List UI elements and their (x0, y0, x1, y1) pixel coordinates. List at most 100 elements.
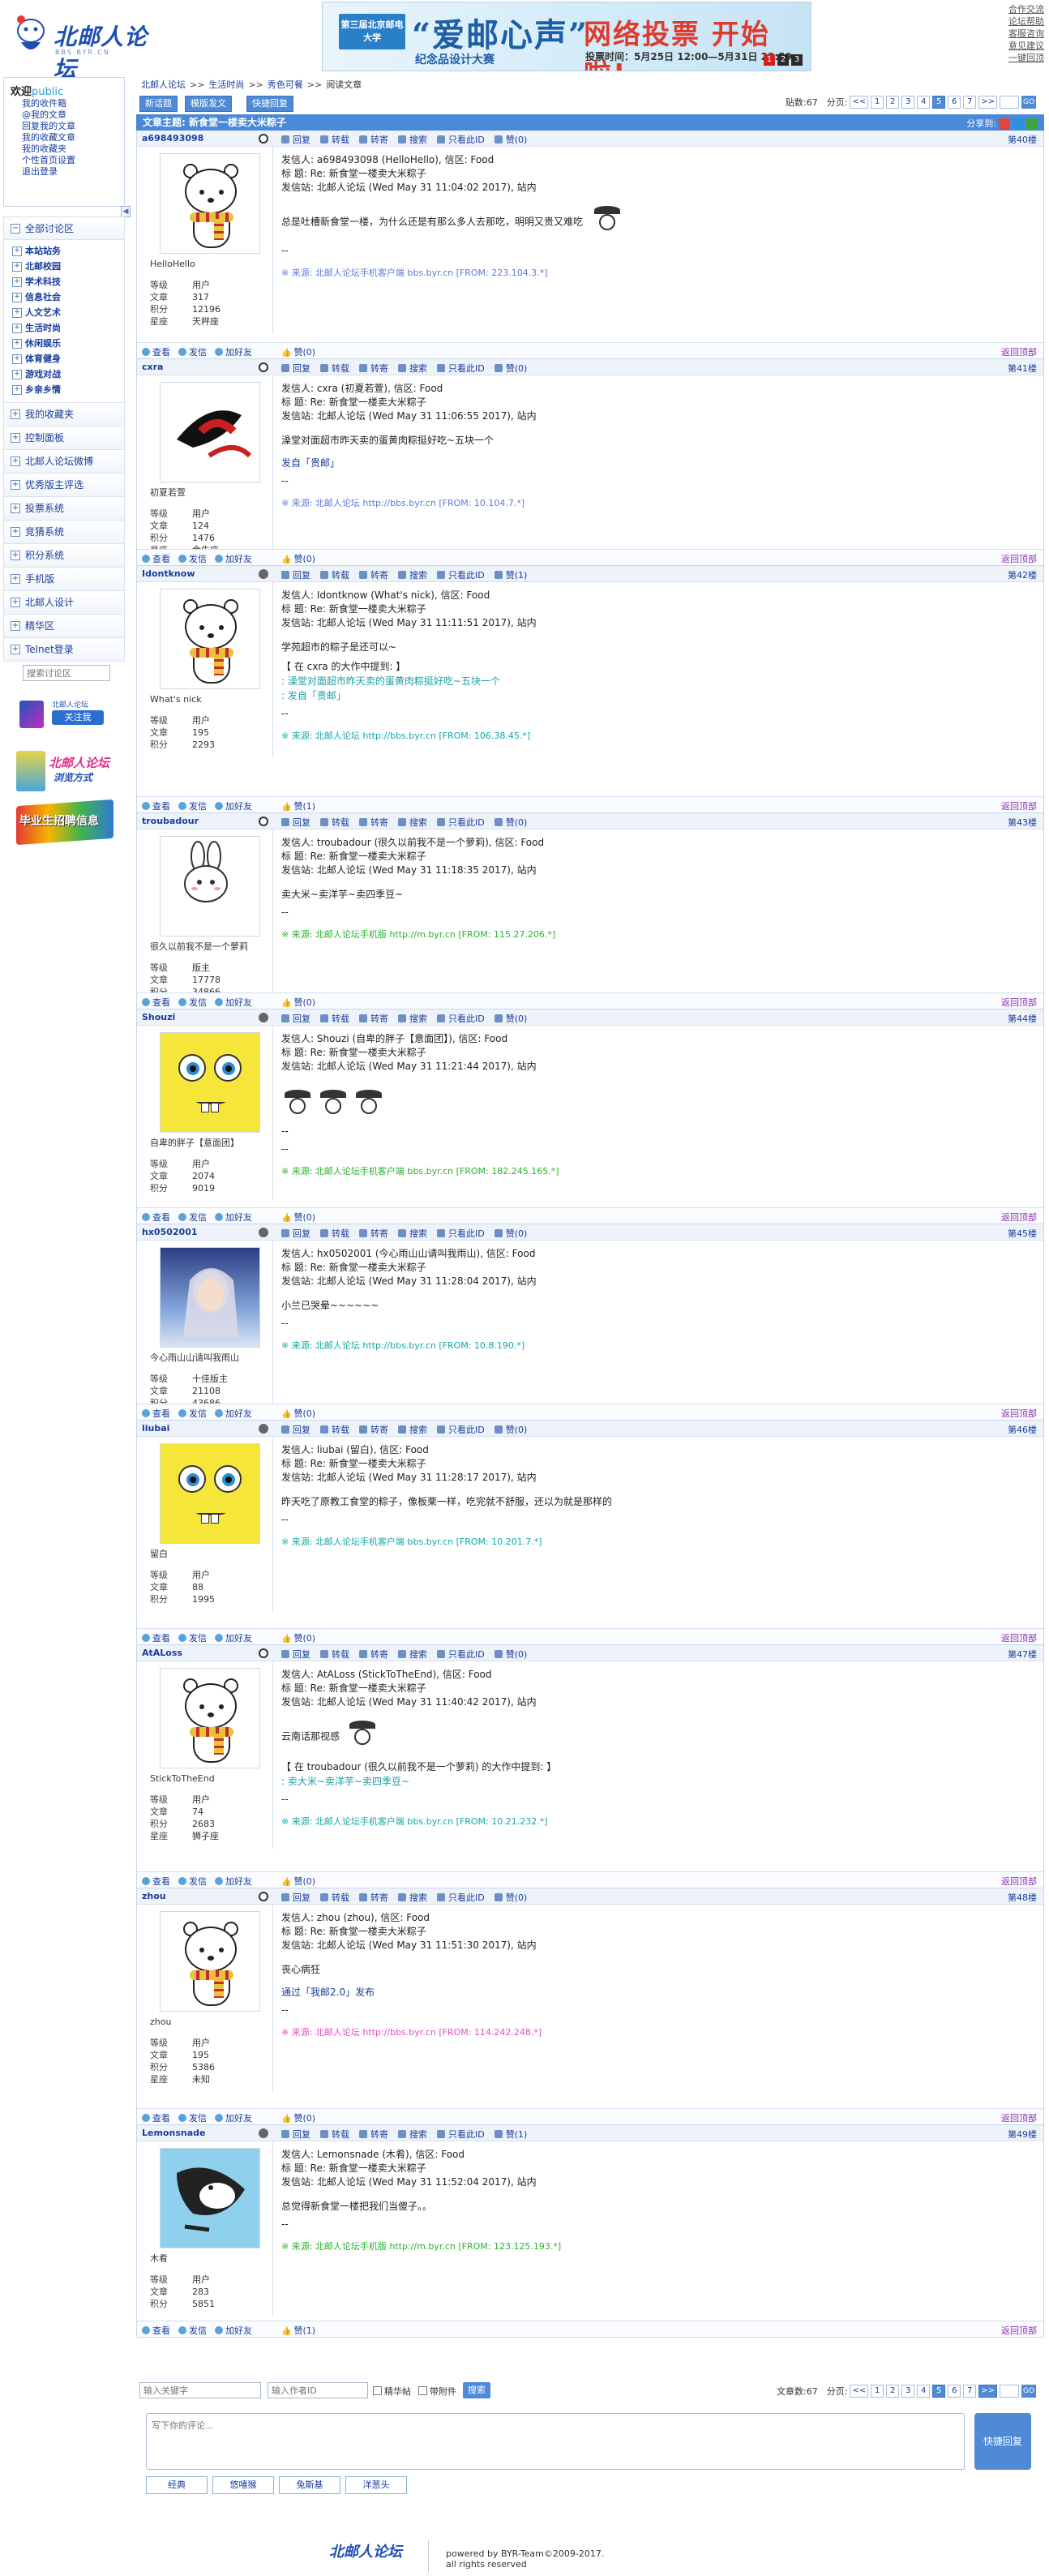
floor-number[interactable]: 第47楼 (1008, 1648, 1037, 1661)
add-friend-button[interactable]: 加好友 (215, 1631, 252, 1644)
like-button[interactable]: 赞(0) (495, 133, 528, 146)
page-last[interactable]: >> (978, 96, 997, 109)
forward-button[interactable]: 转寄 (359, 568, 388, 581)
back-to-top-link[interactable]: 返回顶部 (1001, 2324, 1037, 2337)
page-jump-input[interactable] (1000, 96, 1019, 109)
link-inbox[interactable]: 我的收件箱 (22, 98, 118, 109)
reply-button[interactable]: 回复 (281, 568, 310, 581)
banner-ad[interactable]: 第三届北京邮电大学 “爱邮心声” 网络投票 开始啦! 纪念品设计大赛 投票时间：… (322, 2, 811, 71)
view-profile-button[interactable]: 查看 (142, 1631, 170, 1644)
repost-button[interactable]: 转载 (320, 568, 349, 581)
renren-share-icon[interactable] (1026, 118, 1038, 130)
like-button[interactable]: 赞(1) (495, 568, 528, 581)
repost-button[interactable]: 转载 (320, 1648, 349, 1661)
search-button[interactable]: 搜索 (398, 568, 427, 581)
search-button[interactable]: 搜索 (398, 1891, 427, 1904)
repost-button[interactable]: 转载 (320, 816, 349, 829)
sidebar-item-mobile[interactable]: + 手机版 (3, 568, 125, 591)
sidebar-item-moderator-vote[interactable]: + 优秀版主评选 (3, 474, 125, 497)
toplink-cooperation[interactable]: 合作交流 (1008, 3, 1044, 15)
view-profile-button[interactable]: 查看 (142, 2324, 170, 2337)
like-count[interactable]: 赞(0) (281, 1211, 315, 1224)
page-go-button[interactable]: GO (1021, 2385, 1036, 2398)
attachment-checkbox[interactable]: 带附件 (418, 2385, 456, 2398)
like-count[interactable]: 赞(1) (281, 2324, 315, 2337)
like-count[interactable]: 赞(0) (281, 996, 315, 1009)
avatar[interactable] (160, 1443, 260, 1544)
repost-button[interactable]: 转载 (320, 1012, 349, 1025)
page-1[interactable]: 1 (871, 2385, 884, 2398)
avatar[interactable] (160, 1032, 260, 1133)
back-to-top-link[interactable]: 返回顶部 (1001, 1211, 1037, 1224)
follow-button[interactable]: 关注我 (52, 710, 104, 725)
page-jump-input[interactable] (1000, 2385, 1019, 2398)
like-count[interactable]: 赞(0) (281, 2111, 315, 2124)
sidebar-item-all-boards[interactable]: − 全部讨论区 (3, 216, 125, 240)
avatar[interactable] (160, 589, 260, 689)
link-home-settings[interactable]: 个性首页设置 (22, 155, 118, 166)
board-sports[interactable]: 体育健身 (12, 351, 124, 366)
sidebar-item-weibo[interactable]: + 北邮人论坛微博 (3, 450, 125, 474)
sidebar-item-control-panel[interactable]: + 控制面板 (3, 426, 125, 450)
toplink-backtop[interactable]: 一键回顶 (1008, 52, 1044, 64)
like-button[interactable]: 赞(0) (495, 1012, 528, 1025)
banner-page-1[interactable]: 1 (764, 54, 775, 66)
floor-number[interactable]: 第44楼 (1008, 1012, 1037, 1025)
quick-reply-button[interactable]: 快捷回复 (246, 96, 293, 112)
like-button[interactable]: 赞(0) (495, 816, 528, 829)
author-link[interactable]: Lemonsnade (142, 2128, 205, 2138)
send-mail-button[interactable]: 发信 (178, 799, 207, 812)
repost-button[interactable]: 转载 (320, 362, 349, 375)
sidebar-item-telnet[interactable]: + Telnet登录 (3, 638, 125, 662)
repost-button[interactable]: 转载 (320, 1891, 349, 1904)
back-to-top-link[interactable]: 返回顶部 (1001, 799, 1037, 812)
back-to-top-link[interactable]: 返回顶部 (1001, 1875, 1037, 1888)
forward-button[interactable]: 转寄 (359, 362, 388, 375)
board-humanities[interactable]: 人文艺术 (12, 305, 124, 320)
forward-button[interactable]: 转寄 (359, 133, 388, 146)
board-site-affairs[interactable]: 本站站务 (12, 243, 124, 259)
crumb-section[interactable]: 生活时尚 (208, 79, 244, 90)
search-button[interactable]: 搜索 (398, 816, 427, 829)
like-button[interactable]: 赞(0) (495, 1648, 528, 1661)
add-friend-button[interactable]: 加好友 (215, 552, 252, 565)
weibo-share-icon[interactable] (999, 118, 1010, 130)
only-this-id-button[interactable]: 只看此ID (437, 2128, 485, 2141)
page-4[interactable]: 4 (917, 96, 931, 109)
floor-number[interactable]: 第42楼 (1008, 568, 1037, 581)
send-mail-button[interactable]: 发信 (178, 552, 207, 565)
link-mentions[interactable]: @我的文章 (22, 109, 118, 121)
add-friend-button[interactable]: 加好友 (215, 1211, 252, 1224)
send-mail-button[interactable]: 发信 (178, 2324, 207, 2337)
reply-button[interactable]: 回复 (281, 2128, 310, 2141)
send-mail-button[interactable]: 发信 (178, 1875, 207, 1888)
sidebar-item-points[interactable]: + 积分系统 (3, 544, 125, 568)
like-count[interactable]: 赞(0) (281, 345, 315, 358)
collapse-sidebar-icon[interactable]: ◀ (121, 206, 131, 217)
board-search-input[interactable] (23, 665, 110, 681)
elite-checkbox[interactable]: 精华帖 (373, 2385, 411, 2398)
page-7[interactable]: 7 (963, 2385, 977, 2398)
reply-button[interactable]: 回复 (281, 1423, 310, 1436)
floor-number[interactable]: 第41楼 (1008, 362, 1037, 375)
floor-number[interactable]: 第40楼 (1008, 133, 1037, 146)
only-this-id-button[interactable]: 只看此ID (437, 816, 485, 829)
board-leisure[interactable]: 休闲娱乐 (12, 336, 124, 351)
page-5[interactable]: 5 (932, 2385, 946, 2398)
avatar[interactable] (160, 153, 260, 254)
search-button[interactable]: 搜索 (463, 2382, 490, 2398)
link-favorites[interactable]: 我的收藏夹 (22, 144, 118, 155)
add-friend-button[interactable]: 加好友 (215, 1407, 252, 1420)
view-profile-button[interactable]: 查看 (142, 1407, 170, 1420)
emo-tab-classic[interactable]: 经典 (146, 2476, 208, 2494)
board-hometown[interactable]: 乡亲乡情 (12, 382, 124, 397)
only-this-id-button[interactable]: 只看此ID (437, 1227, 485, 1240)
avatar[interactable] (160, 382, 260, 482)
page-1[interactable]: 1 (871, 96, 884, 109)
page-go-button[interactable]: GO (1021, 96, 1036, 109)
page-2[interactable]: 2 (886, 96, 900, 109)
new-topic-button[interactable]: 新话题 (139, 96, 178, 112)
recruit-ad[interactable]: 毕业生招聘信息 (16, 799, 113, 846)
avatar[interactable] (160, 1911, 260, 2012)
like-count[interactable]: 赞(0) (281, 1875, 315, 1888)
